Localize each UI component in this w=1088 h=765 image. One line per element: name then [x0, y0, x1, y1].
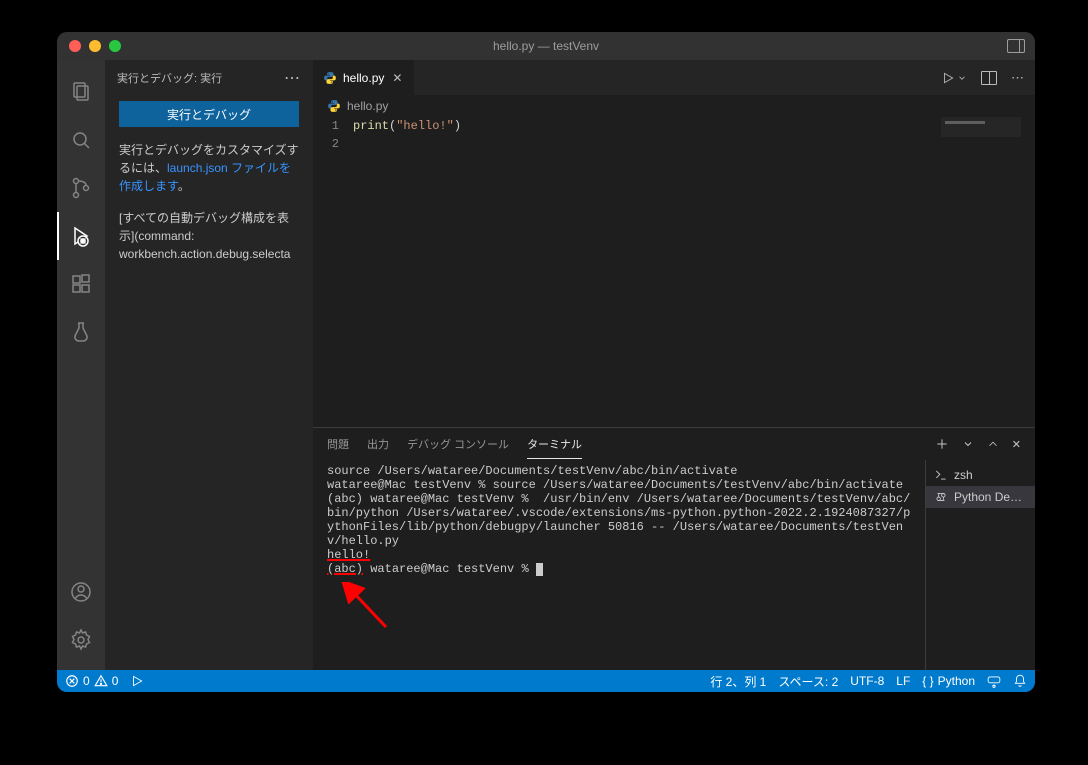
panel-tab-debug-console[interactable]: デバッグ コンソール [407, 430, 509, 458]
breadcrumb-python-icon [327, 99, 341, 113]
terminal-hello-output: hello! [327, 548, 370, 562]
bottom-panel: 問題 出力 デバッグ コンソール ターミナル ✕ [313, 427, 1035, 670]
token-string: "hello!" [396, 119, 454, 133]
status-notifications[interactable] [1013, 674, 1027, 688]
terminal-dropdown-button[interactable] [962, 438, 974, 450]
tab-close-button[interactable]: ✕ [390, 71, 404, 85]
sidebar-run-debug: 実行とデバッグ: 実行 ⋯ 実行とデバッグ 実行とデバッグをカスタマイズするには… [105, 60, 313, 670]
panel-close-button[interactable]: ✕ [1012, 438, 1021, 451]
panel-tab-output[interactable]: 出力 [367, 430, 389, 458]
status-language-label: Python [938, 674, 975, 688]
new-terminal-button[interactable] [934, 436, 950, 452]
activity-run-debug[interactable] [57, 212, 105, 260]
status-errors-count: 0 [83, 674, 90, 688]
status-bar: 0 0 行 2、列 1 スペース: 2 UTF-8 LF { } Python [57, 670, 1035, 692]
titlebar: hello.py — testVenv [57, 32, 1035, 60]
editor-more-button[interactable]: ⋯ [1011, 70, 1025, 86]
python-file-icon [323, 71, 337, 85]
terminal-line: wataree@Mac testVenv % source /Users/wat… [327, 478, 903, 492]
activity-search[interactable] [57, 116, 105, 164]
terminal-item-zsh[interactable]: zsh [926, 464, 1035, 486]
main-area: 実行とデバッグ: 実行 ⋯ 実行とデバッグ 実行とデバッグをカスタマイズするには… [57, 60, 1035, 670]
activity-extensions[interactable] [57, 260, 105, 308]
status-warnings-count: 0 [112, 674, 119, 688]
activity-source-control[interactable] [57, 164, 105, 212]
terminal-list: zsh Python De… [925, 460, 1035, 670]
window-title: hello.py — testVenv [57, 39, 1035, 53]
activity-explorer[interactable] [57, 68, 105, 116]
terminal-item-label: zsh [954, 468, 973, 482]
sidebar-title: 実行とデバッグ: 実行 [117, 70, 222, 86]
terminal-output[interactable]: source /Users/wataree/Documents/testVenv… [313, 460, 925, 670]
terminal-line: (abc) wataree@Mac testVenv % /usr/bin/en… [327, 492, 910, 548]
panel-actions: ✕ [934, 436, 1021, 452]
panel-tab-problems[interactable]: 問題 [327, 430, 349, 458]
token-paren: ) [454, 119, 461, 133]
terminal-cursor [536, 563, 543, 576]
sidebar-show-all-text: [すべての自動デバッグ構成を表示](command: workbench.act… [119, 209, 299, 263]
breadcrumb[interactable]: hello.py [313, 95, 1035, 117]
sidebar-body: 実行とデバッグ 実行とデバッグをカスタマイズするには、launch.json フ… [105, 95, 313, 263]
activity-bar-bottom [57, 568, 105, 670]
activity-bar [57, 60, 105, 670]
run-and-debug-button[interactable]: 実行とデバッグ [119, 101, 299, 127]
status-encoding[interactable]: UTF-8 [850, 674, 884, 688]
editor-tabbar: hello.py ✕ ⋯ [313, 60, 1035, 95]
terminal-item-python[interactable]: Python De… [926, 486, 1035, 508]
terminal-prompt-rest: wataree@Mac testVenv % [363, 562, 536, 576]
terminal-line: source /Users/wataree/Documents/testVenv… [327, 464, 737, 478]
token-function: print [353, 119, 389, 133]
status-indentation[interactable]: スペース: 2 [778, 673, 838, 690]
customize-text-post: 。 [178, 179, 190, 193]
run-file-button[interactable] [941, 71, 967, 85]
vscode-window: hello.py — testVenv [57, 32, 1035, 692]
status-left: 0 0 [65, 674, 144, 688]
split-editor-button[interactable] [981, 71, 997, 85]
red-arrow-annotation [341, 582, 391, 632]
activity-accounts[interactable] [57, 568, 105, 616]
panel-tab-terminal[interactable]: ターミナル [527, 430, 582, 459]
status-errors[interactable]: 0 0 [65, 674, 118, 688]
run-and-debug-label: 実行とデバッグ [167, 106, 251, 123]
code-content: print("hello!") [353, 117, 461, 427]
tab-filename: hello.py [343, 71, 384, 85]
panel-maximize-button[interactable] [986, 437, 1000, 451]
status-eol[interactable]: LF [896, 674, 910, 688]
sidebar-customize-text: 実行とデバッグをカスタマイズするには、launch.json ファイルを作成しま… [119, 141, 299, 195]
activity-testing[interactable] [57, 308, 105, 356]
panel-body: source /Users/wataree/Documents/testVenv… [313, 460, 1035, 670]
terminal-env-prefix: (abc) [327, 562, 363, 576]
layout-toggle-icon[interactable] [1007, 39, 1025, 53]
line-number: 2 [313, 135, 339, 153]
braces-icon: { } [922, 674, 933, 688]
line-number: 1 [313, 117, 339, 135]
panel-tabs: 問題 出力 デバッグ コンソール ターミナル ✕ [313, 428, 1035, 460]
code-line [353, 135, 461, 153]
status-right: 行 2、列 1 スペース: 2 UTF-8 LF { } Python [710, 673, 1027, 690]
status-line-col[interactable]: 行 2、列 1 [710, 673, 766, 690]
activity-settings[interactable] [57, 616, 105, 664]
sidebar-more-button[interactable]: ⋯ [284, 68, 301, 88]
editor-group: hello.py ✕ ⋯ hello.py [313, 60, 1035, 670]
editor-tab-hello-py[interactable]: hello.py ✕ [313, 60, 415, 95]
terminal-item-label: Python De… [954, 490, 1022, 504]
status-feedback[interactable] [987, 674, 1001, 688]
line-number-gutter: 1 2 [313, 117, 353, 427]
code-editor[interactable]: 1 2 print("hello!") [313, 117, 1035, 427]
titlebar-right [1007, 39, 1025, 53]
breadcrumb-filename: hello.py [347, 99, 388, 113]
editor-tab-actions: ⋯ [941, 60, 1035, 95]
minimap[interactable] [941, 117, 1021, 137]
status-debug-indicator[interactable] [130, 674, 144, 688]
status-language[interactable]: { } Python [922, 674, 975, 688]
sidebar-header: 実行とデバッグ: 実行 ⋯ [105, 60, 313, 95]
code-line: print("hello!") [353, 117, 461, 135]
